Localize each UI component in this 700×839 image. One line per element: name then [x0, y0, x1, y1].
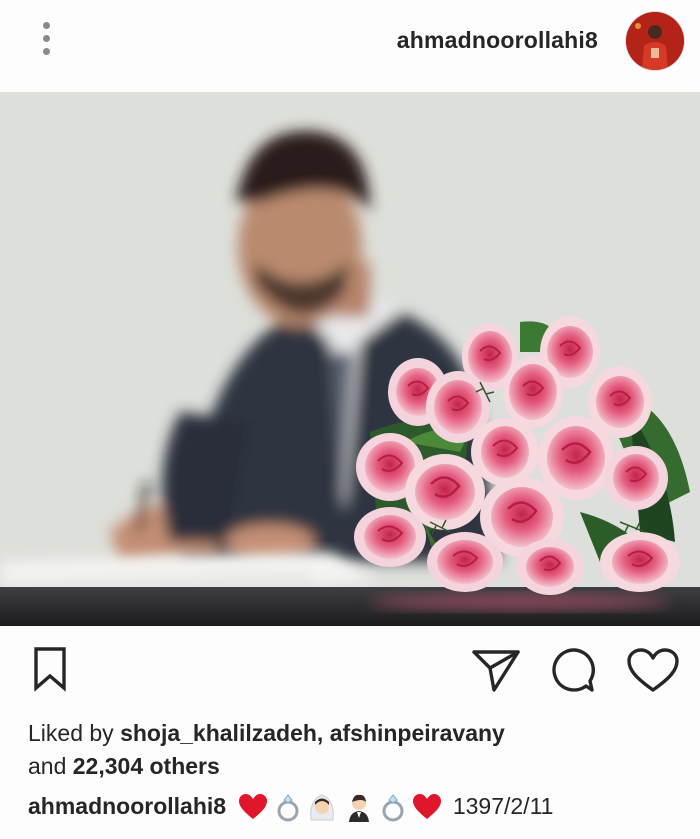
send-icon[interactable] [470, 646, 522, 694]
ring-icon [277, 794, 299, 822]
post-author-username[interactable]: ahmadnoorollahi8 [397, 27, 598, 54]
likes-and: and [28, 753, 67, 779]
bride-with-veil-icon [310, 794, 335, 821]
red-heart-icon [239, 794, 268, 820]
likes-others-count[interactable]: 22,304 others [73, 753, 220, 779]
ring-icon [382, 794, 404, 822]
caption-date: 1397/2/11 [452, 793, 554, 819]
liker-username-2[interactable]: afshinpeiravany [330, 720, 505, 746]
post-caption: ahmadnoorollahi8 1397/2/11 [28, 790, 553, 823]
man-in-tuxedo-icon [348, 795, 369, 823]
more-vertical-icon[interactable] [36, 22, 56, 62]
avatar[interactable] [626, 12, 684, 70]
caption-emojis [238, 789, 442, 823]
post-action-bar [0, 626, 700, 712]
instagram-post-screen: ahmadnoorollahi8 Liked by shoja_khalilza… [0, 0, 700, 839]
bookmark-icon[interactable] [32, 646, 68, 692]
post-image[interactable] [0, 92, 700, 626]
post-header: ahmadnoorollahi8 [0, 0, 700, 92]
likes-summary: Liked by shoja_khalilzadeh, afshinpeirav… [28, 717, 688, 783]
liker-username-1[interactable]: shoja_khalilzadeh, [120, 720, 323, 746]
heart-icon[interactable] [626, 648, 680, 694]
liked-by-prefix: Liked by [28, 720, 114, 746]
comment-icon[interactable] [548, 646, 598, 694]
red-heart-icon [413, 794, 442, 820]
caption-username[interactable]: ahmadnoorollahi8 [28, 793, 226, 819]
